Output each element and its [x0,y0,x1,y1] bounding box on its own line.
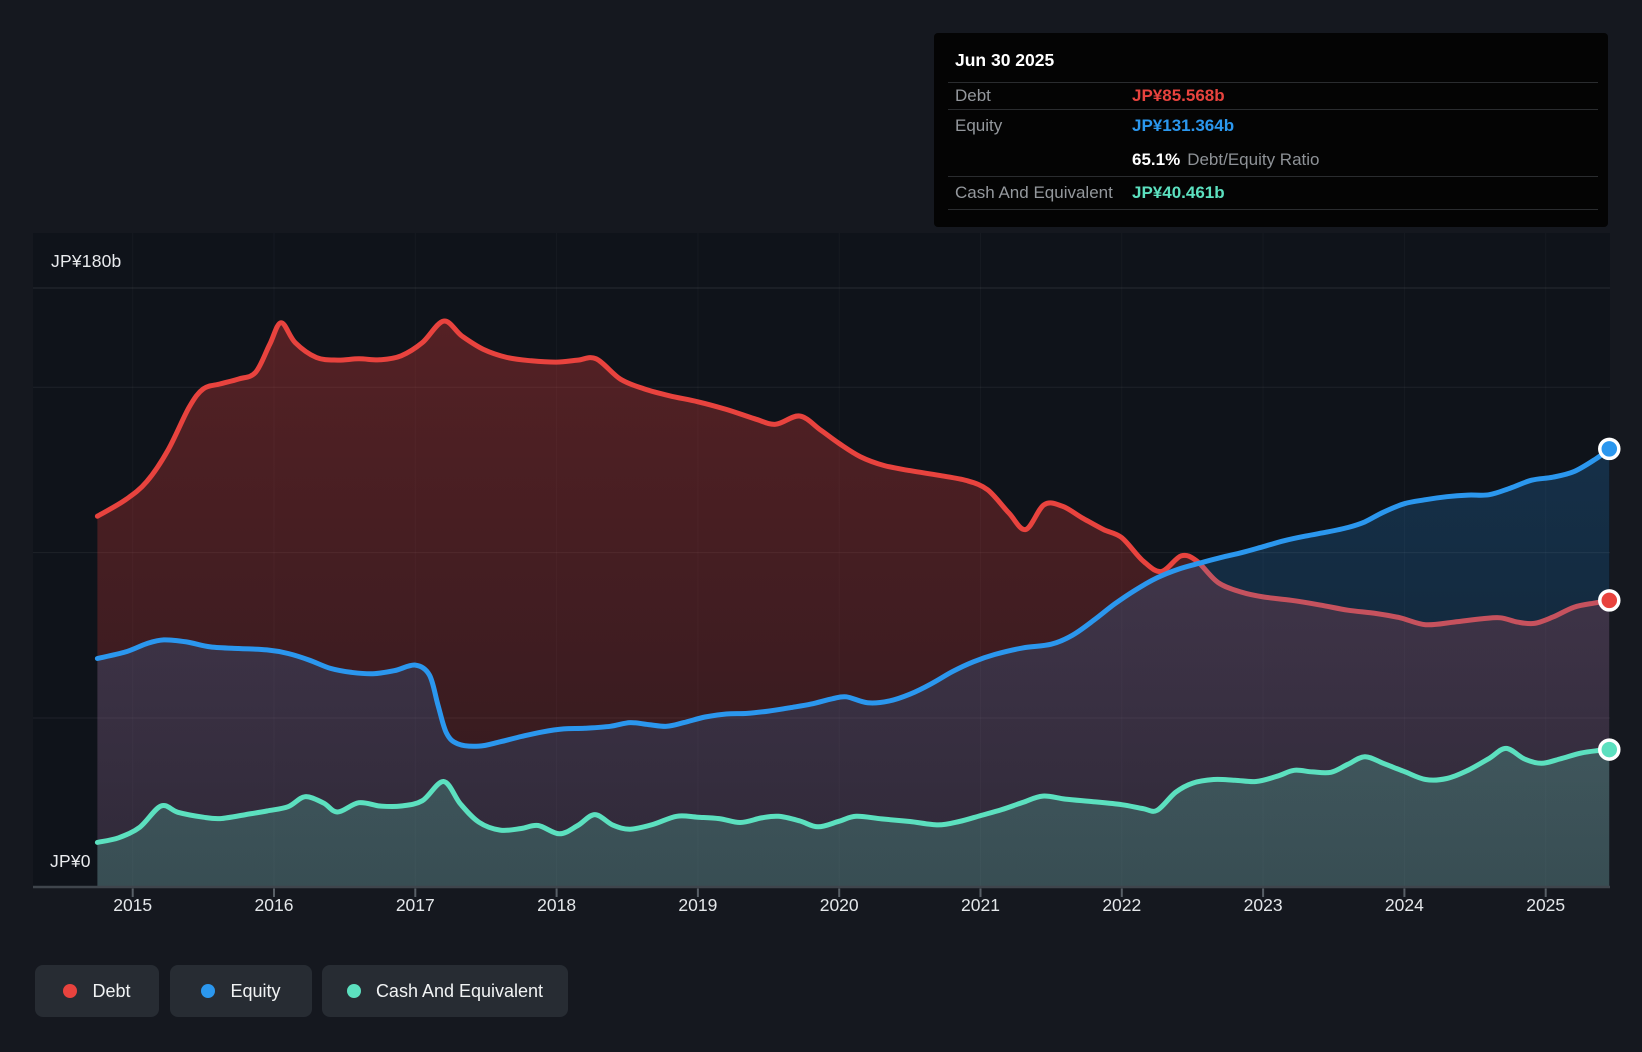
tooltip-ratio-value: 65.1% [1132,149,1181,169]
equity-end-marker [1598,437,1621,461]
x-axis-label: 2022 [1102,895,1142,915]
tooltip-ratio: 65.1% Debt/Equity Ratio [1132,150,1320,170]
x-axis-label: 2016 [254,895,294,915]
cash-end-marker [1598,738,1621,761]
x-axis-label: 2023 [1243,895,1283,915]
x-axis-label: 2015 [113,895,153,915]
debt-legend-dot-icon [63,984,78,998]
legend-item-cash[interactable]: Cash And Equivalent [322,965,568,1017]
tooltip: Jun 30 2025 Debt JP¥85.568b Equity JP¥13… [934,33,1608,227]
x-axis-label: 2021 [961,895,1000,915]
tooltip-date: Jun 30 2025 [955,50,1055,70]
cash-legend-dot-icon [346,984,361,998]
x-axis-label: 2025 [1526,895,1566,915]
legend-item-debt[interactable]: Debt [35,965,159,1017]
legend-label-equity: Equity [230,980,281,1001]
debt-end-marker [1598,589,1621,612]
tooltip-cash-value: JP¥40.461b [1132,182,1225,202]
page-root: JP¥180b JP¥0 2015 2016 2017 2018 2019 2020 202… [0,0,1642,1052]
tooltip-divider [948,176,1598,177]
x-axis-label: 2017 [395,895,435,915]
x-axis-label: 2018 [537,895,577,915]
tooltip-cash-label: Cash And Equivalent [955,182,1113,202]
tooltip-equity-value: JP¥131.364b [1132,116,1235,135]
y-axis-label-zero: JP¥0 [50,851,91,871]
legend-label-debt: Debt [92,980,131,1001]
x-axis-label: 2019 [678,895,718,915]
legend-item-equity[interactable]: Equity [170,965,312,1017]
tooltip-divider [948,109,1598,110]
legend-label-cash: Cash And Equivalent [375,980,544,1001]
equity-legend-dot-icon [201,984,216,998]
tooltip-debt-label: Debt [955,85,991,105]
y-axis-label-max: JP¥180b [51,251,122,271]
tooltip-equity-label: Equity [955,116,1003,135]
tooltip-debt-value: JP¥85.568b [1132,85,1225,105]
x-axis-label: 2024 [1384,895,1424,915]
tooltip-divider [948,82,1598,83]
tooltip-divider [948,209,1598,210]
tooltip-ratio-label: Debt/Equity Ratio [1187,149,1320,169]
x-axis-label: 2020 [819,895,859,915]
